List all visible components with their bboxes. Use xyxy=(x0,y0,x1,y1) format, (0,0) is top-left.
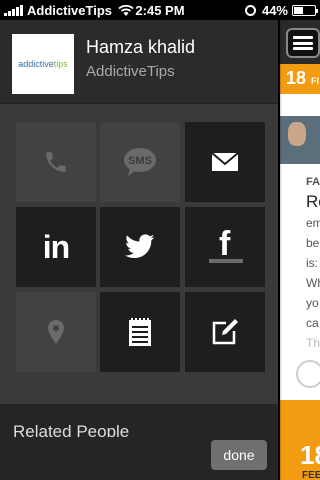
background-line: is: xyxy=(306,256,318,270)
background-line: Th xyxy=(306,336,320,350)
compose-icon xyxy=(212,319,238,345)
battery-percent: 44% xyxy=(261,3,288,18)
avatar-logo: addictivetips xyxy=(18,59,68,69)
linkedin-button[interactable]: in xyxy=(16,207,96,287)
facebook-icon: f xyxy=(205,225,245,267)
call-button[interactable] xyxy=(16,122,96,202)
twitter-button[interactable] xyxy=(100,207,180,287)
background-footer-label: FEE xyxy=(302,470,320,480)
email-icon xyxy=(211,152,239,171)
avatar: addictivetips xyxy=(12,34,74,94)
profile-header: addictivetips Hamza khalid AddictiveTips xyxy=(0,20,278,104)
facebook-button[interactable]: f xyxy=(185,207,265,287)
background-title: Re xyxy=(306,192,320,211)
status-bar: AddictiveTips 2:45 PM 44% xyxy=(0,0,320,20)
rotation-lock-icon xyxy=(244,5,256,16)
background-header-suffix: FI xyxy=(311,76,320,86)
contact-panel: addictivetips Hamza khalid AddictiveTips… xyxy=(0,20,278,480)
sms-icon: SMS xyxy=(124,148,156,176)
background-line: ca xyxy=(306,316,319,330)
contact-organization: AddictiveTips xyxy=(86,63,175,80)
related-people-title: Related People xyxy=(13,422,130,437)
background-line: be xyxy=(306,236,320,250)
related-people-section: Related People done xyxy=(0,404,278,480)
location-button[interactable] xyxy=(16,292,96,372)
background-photo xyxy=(280,116,320,164)
background-footer-number: 18 xyxy=(300,440,320,470)
check-icon[interactable] xyxy=(296,360,320,388)
background-footer: 18 FEE xyxy=(280,400,320,480)
notes-button[interactable] xyxy=(100,292,180,372)
background-line: em xyxy=(306,216,320,230)
done-button[interactable]: done xyxy=(211,440,267,470)
menu-icon[interactable] xyxy=(286,28,320,58)
notes-icon xyxy=(129,318,151,346)
background-app[interactable]: 18 FI FA Re em be is: Wh yo ca Th 18 FEE xyxy=(280,20,320,480)
background-category: FA xyxy=(306,176,320,188)
background-header-number: 18 xyxy=(286,68,307,88)
email-button[interactable] xyxy=(185,122,265,202)
action-grid: SMS in f xyxy=(0,104,278,404)
linkedin-icon: in xyxy=(42,228,70,265)
background-topbar xyxy=(280,20,320,64)
twitter-icon xyxy=(125,234,155,259)
compose-button[interactable] xyxy=(185,292,265,372)
background-line: Wh xyxy=(306,276,320,290)
phone-icon xyxy=(46,152,66,172)
sms-button[interactable]: SMS xyxy=(100,122,180,202)
contact-name: Hamza khalid xyxy=(86,37,196,57)
svg-text:SMS: SMS xyxy=(128,155,152,167)
background-header: 18 FI xyxy=(280,64,320,94)
battery-icon xyxy=(292,5,318,16)
location-icon xyxy=(48,320,64,344)
background-line: yo xyxy=(306,296,319,310)
